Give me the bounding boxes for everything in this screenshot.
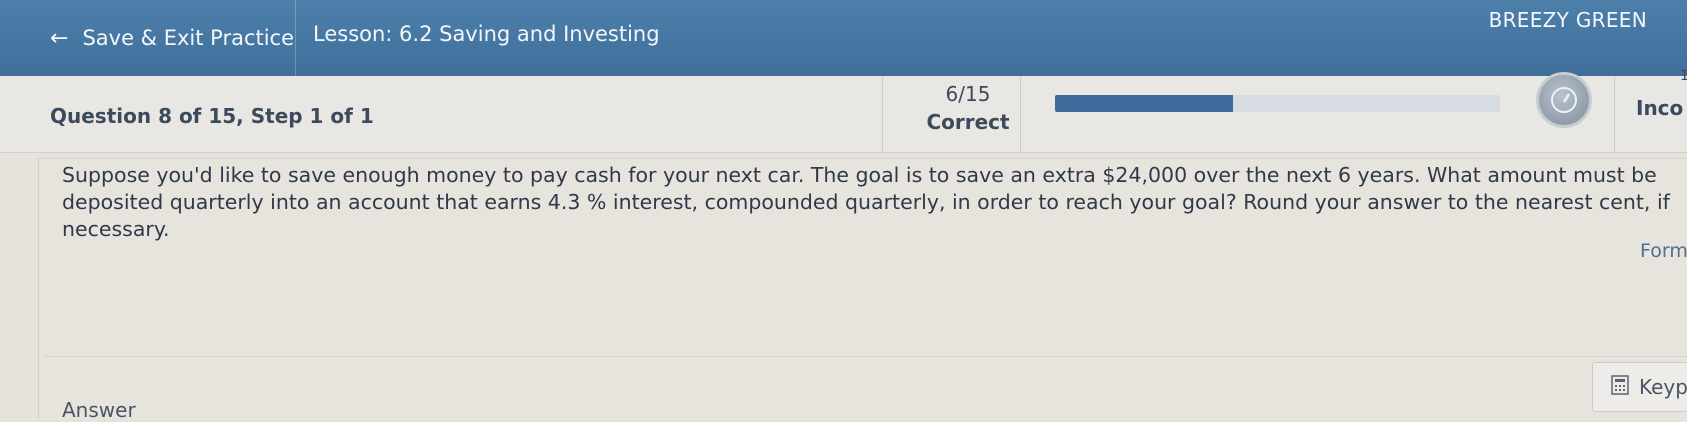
status-divider [882, 76, 883, 152]
status-divider [1614, 76, 1615, 152]
score-label: Correct [926, 110, 1010, 134]
incorrect-label: Inco [1636, 96, 1684, 120]
performance-gauge-icon[interactable] [1536, 72, 1592, 128]
score-display: 6/15 Correct [898, 80, 1038, 136]
question-info: Question 8 of 15, Step 1 of 1 [50, 104, 374, 128]
score-value: 6/15 [945, 82, 991, 106]
incorrect-count: 1 [1680, 68, 1687, 84]
answer-label: Answer [62, 398, 136, 422]
user-name[interactable]: BREEZY GREEN [1489, 8, 1647, 32]
save-exit-button[interactable]: ← Save & Exit Practice [28, 0, 296, 76]
back-arrow-icon: ← [50, 25, 69, 51]
answer-divider [44, 356, 1687, 357]
formula-link[interactable]: Form [1640, 240, 1687, 262]
gauge-needle-icon [1551, 87, 1577, 113]
question-text: Suppose you'd like to save enough money … [62, 163, 1670, 241]
progress-bar [1055, 95, 1500, 112]
keypad-label: Keyp [1639, 375, 1687, 399]
top-header: ← Save & Exit Practice Lesson: 6.2 Savin… [0, 0, 1687, 76]
lesson-title: Lesson: 6.2 Saving and Investing [313, 22, 660, 46]
save-exit-label: Save & Exit Practice [82, 26, 295, 50]
progress-fill [1055, 95, 1233, 112]
calculator-icon [1611, 374, 1629, 400]
keypad-button[interactable]: Keyp [1592, 362, 1687, 412]
